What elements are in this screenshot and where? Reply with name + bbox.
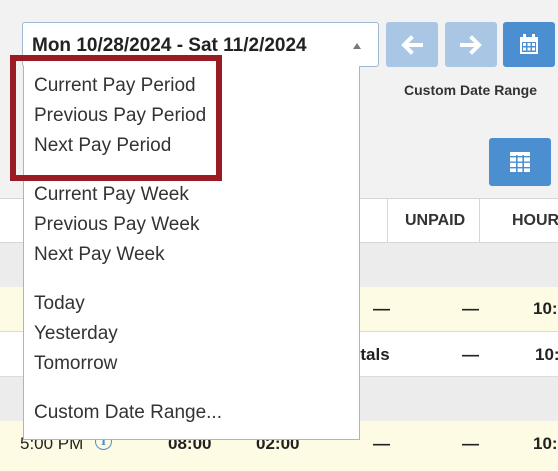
previous-period-button[interactable] (386, 22, 438, 67)
calendar-icon (520, 34, 538, 54)
arrow-right-icon (460, 35, 482, 55)
header-hours[interactable]: HOUR (512, 199, 558, 242)
date-range-value: Mon 10/28/2024 - Sat 11/2/2024 (32, 35, 307, 56)
cell-unpaid: — (462, 299, 479, 318)
header-unpaid[interactable]: UNPAID (405, 199, 465, 242)
option-custom-date-range[interactable]: Custom Date Range... (34, 402, 222, 424)
cell-ot2: — (373, 434, 390, 453)
calendar-button[interactable] (503, 22, 555, 67)
option-current-pay-week[interactable]: Current Pay Week (34, 184, 189, 206)
columns-button[interactable] (489, 138, 551, 186)
option-tomorrow[interactable]: Tomorrow (34, 353, 117, 375)
option-previous-pay-week[interactable]: Previous Pay Week (34, 214, 199, 236)
option-today[interactable]: Today (34, 293, 85, 315)
next-period-button[interactable] (445, 22, 497, 67)
caret-up-icon (353, 43, 361, 49)
arrow-left-icon (401, 35, 423, 55)
header-divider (479, 199, 480, 242)
cell-hours: 10: (533, 299, 558, 318)
annotation-highlight-box (10, 55, 222, 181)
option-yesterday[interactable]: Yesterday (34, 323, 118, 345)
cell-ot2: — (373, 299, 390, 318)
option-next-pay-week[interactable]: Next Pay Week (34, 244, 165, 266)
header-divider (387, 199, 388, 242)
cell-unpaid: — (462, 345, 479, 364)
grid-columns-icon (510, 152, 530, 172)
cell-hours: 10: (535, 345, 558, 364)
cell-hours: 10: (533, 434, 558, 453)
custom-date-range-label: Custom Date Range (404, 82, 538, 98)
cell-unpaid: — (462, 434, 479, 453)
